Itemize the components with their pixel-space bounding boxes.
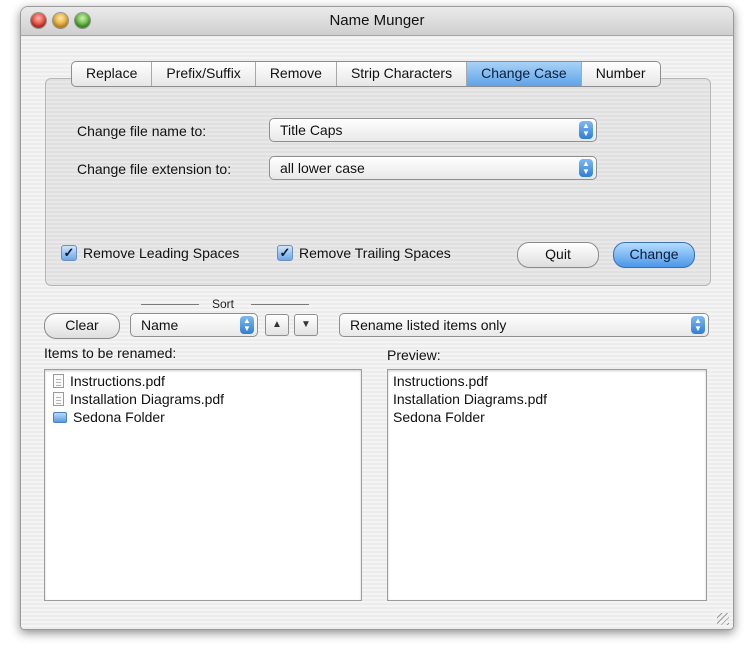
preview-item: Installation Diagrams.pdf [393,391,548,407]
resize-grip-icon[interactable] [717,613,729,625]
file-extension-case-value: all lower case [280,160,365,176]
remove-leading-spaces-checkbox[interactable]: ✓ [61,245,77,261]
preview-item: Instructions.pdf [393,373,488,389]
sort-field-value: Name [141,317,179,333]
preview-item: Sedona Folder [393,409,485,425]
file-extension-case-popup[interactable]: all lower case ▲ ▼ [269,156,597,180]
items-list[interactable]: Instructions.pdf Installation Diagrams.p… [44,369,362,601]
window-title: Name Munger [329,12,425,29]
rename-mode-value: Rename listed items only [350,317,507,333]
file-name-case-label: Change file name to: [77,123,207,139]
tab-bar: Replace Prefix/Suffix Remove Strip Chara… [71,61,661,87]
popup-arrows-icon: ▲ ▼ [579,121,593,139]
remove-trailing-spaces-label: Remove Trailing Spaces [299,245,451,261]
remove-trailing-spaces-checkbox[interactable]: ✓ [277,245,293,261]
file-name-case-value: Title Caps [280,122,343,138]
list-item[interactable]: Installation Diagrams.pdf [53,390,361,408]
sort-down-icon: ▼ [301,319,311,330]
tab-replace[interactable]: Replace [72,62,153,86]
items-to-rename-label: Items to be renamed: [44,345,177,361]
document-icon [53,374,64,388]
clear-button[interactable]: Clear [44,313,120,339]
tab-remove[interactable]: Remove [256,62,337,86]
remove-leading-spaces-label: Remove Leading Spaces [83,245,240,261]
tab-strip-characters[interactable]: Strip Characters [337,62,468,86]
document-icon [53,392,64,406]
popup-arrows-icon: ▲ ▼ [691,316,705,334]
rename-mode-popup[interactable]: Rename listed items only ▲ ▼ [339,313,709,337]
sort-field-popup[interactable]: Name ▲ ▼ [130,313,258,337]
file-extension-case-label: Change file extension to: [77,161,232,177]
change-button[interactable]: Change [613,242,695,268]
sort-up-icon: ▲ [272,319,282,330]
title-bar[interactable]: Name Munger [21,7,733,36]
preview-list[interactable]: Instructions.pdf Installation Diagrams.p… [387,369,707,601]
popup-arrows-icon: ▲ ▼ [240,316,254,334]
item-name: Installation Diagrams.pdf [70,391,225,407]
item-name: Sedona Folder [73,409,165,425]
list-item[interactable]: Instructions.pdf [53,372,361,390]
preview-label: Preview: [387,347,441,363]
folder-icon [53,411,67,423]
sort-ascending-button[interactable]: ▲ [265,314,289,336]
sort-divider-right [251,304,309,305]
item-name: Instructions.pdf [70,373,165,389]
sort-header: Sort [212,297,235,311]
quit-button[interactable]: Quit [517,242,599,268]
main-window: Name Munger Replace Prefix/Suffix Remove… [20,6,734,630]
popup-arrows-icon: ▲ ▼ [579,159,593,177]
sort-divider-left [141,304,199,305]
tab-prefix-suffix[interactable]: Prefix/Suffix [152,62,256,86]
list-item[interactable]: Sedona Folder [53,408,361,426]
tab-change-case[interactable]: Change Case [467,62,582,86]
file-name-case-popup[interactable]: Title Caps ▲ ▼ [269,118,597,142]
tab-number[interactable]: Number [582,62,660,86]
sort-descending-button[interactable]: ▼ [294,314,318,336]
